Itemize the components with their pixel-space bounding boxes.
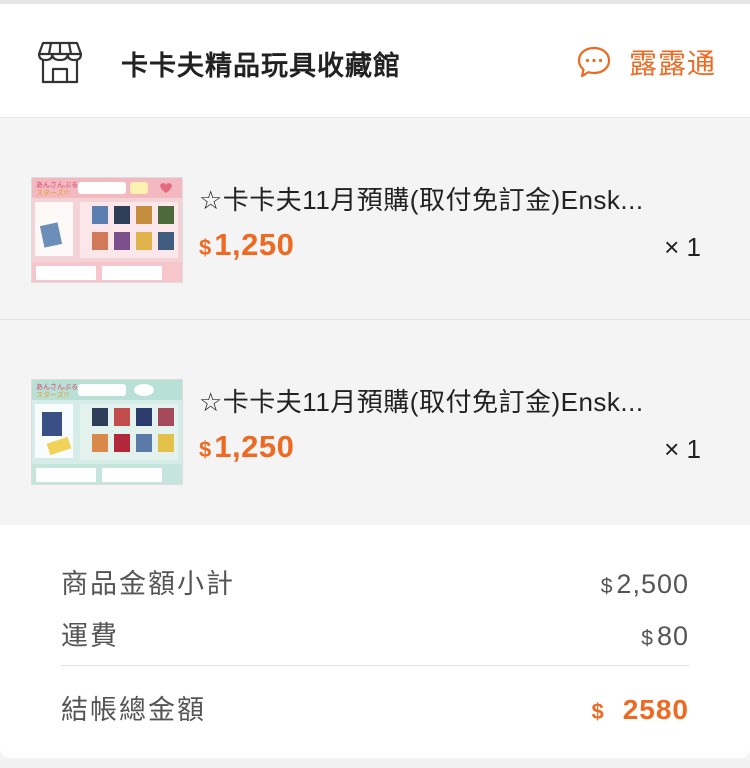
cart-item[interactable]: あんさんぶる スターズ!! ☆卡卡夫11月預購(取付免訂金)Ensk... $ …	[0, 120, 750, 320]
total-value: $2580	[591, 694, 689, 726]
store-icon	[37, 40, 83, 84]
currency-symbol: $	[591, 699, 605, 724]
bottom-divider	[0, 760, 750, 768]
subtotal-value: $2,500	[601, 569, 689, 600]
shipping-amount: 80	[656, 621, 689, 651]
subtotal-amount: 2,500	[616, 569, 689, 599]
product-thumbnail[interactable]: あんさんぶる スターズ!!	[31, 379, 183, 485]
currency-symbol: $	[199, 437, 212, 462]
svg-text:スターズ!!: スターズ!!	[36, 188, 69, 197]
order-summary: 商品金額小計 $2,500 運費 $80 結帳總金額 $2580	[0, 525, 750, 758]
shipping-value: $80	[641, 621, 689, 652]
svg-text:あんさんぶる: あんさんぶる	[36, 383, 78, 391]
price-value: 1,250	[214, 429, 295, 464]
total-amount: 2580	[622, 694, 689, 725]
summary-divider	[61, 665, 689, 666]
currency-symbol: $	[199, 235, 212, 260]
product-quantity: × 1	[664, 434, 701, 464]
shop-header[interactable]: 卡卡夫精品玩具收藏館 露露通	[0, 4, 750, 118]
shipping-label: 運費	[61, 621, 119, 651]
product-price: $ 1,250	[199, 429, 294, 465]
product-title[interactable]: ☆卡卡夫11月預購(取付免訂金)Ensk...	[199, 180, 679, 217]
product-thumbnail[interactable]: あんさんぶる スターズ!!	[31, 177, 183, 283]
shipping-row: 運費 $80	[61, 614, 689, 653]
shop-name[interactable]: 卡卡夫精品玩具收藏館	[121, 44, 401, 83]
product-quantity: × 1	[664, 232, 701, 262]
svg-text:スターズ!!: スターズ!!	[36, 390, 69, 399]
currency-symbol: $	[600, 575, 614, 598]
product-title[interactable]: ☆卡卡夫11月預購(取付免訂金)Ensk...	[199, 382, 679, 419]
subtotal-row: 商品金額小計 $2,500	[61, 562, 689, 601]
chat-bubble-icon	[577, 46, 611, 78]
subtotal-label: 商品金額小計	[61, 569, 235, 599]
cart-item[interactable]: あんさんぶる スターズ!! ☆卡卡夫11月預購(取付免訂金)Ensk... $ …	[0, 322, 750, 522]
chat-button[interactable]: 露露通	[577, 42, 716, 82]
product-price: $ 1,250	[199, 227, 294, 263]
svg-text:あんさんぶる: あんさんぶる	[36, 181, 78, 189]
chat-label: 露露通	[628, 48, 716, 79]
total-label: 結帳總金額	[61, 695, 206, 725]
total-row: 結帳總金額 $2580	[61, 688, 689, 727]
currency-symbol: $	[641, 627, 654, 650]
price-value: 1,250	[214, 227, 295, 262]
